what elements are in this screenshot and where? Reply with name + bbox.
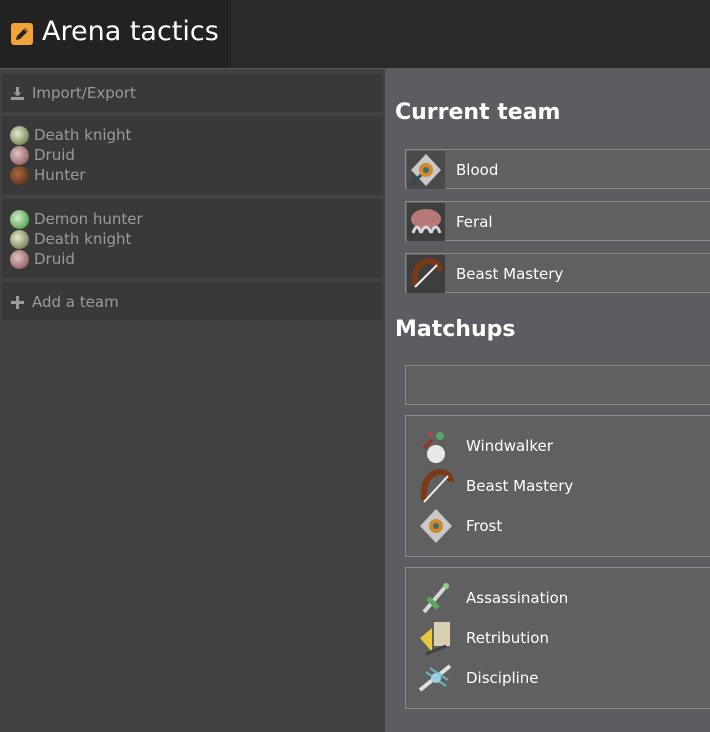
windwalker-spec-icon	[416, 426, 456, 466]
team-member-name: Death knight	[34, 126, 132, 144]
import-export-label: Import/Export	[32, 84, 136, 102]
spec-name: Retribution	[466, 629, 549, 647]
matchup-spec: Frost	[416, 506, 706, 546]
druid-icon	[10, 249, 29, 269]
sidebar: Import/Export Death knight Druid Hunter …	[0, 69, 385, 732]
main-panel: Current team Blood Feral Beast Mastery M…	[385, 69, 710, 732]
spec-name: Feral	[456, 213, 493, 231]
current-team-heading: Current team	[395, 100, 561, 125]
frost-spec-icon	[416, 506, 456, 546]
spec-name: Beast Mastery	[456, 265, 564, 283]
spec-name: Discipline	[466, 669, 539, 687]
current-team-spec-blood[interactable]: Blood	[405, 149, 710, 189]
add-team-button[interactable]: Add a team	[2, 282, 383, 320]
assassination-spec-icon	[416, 578, 456, 618]
app-title-box: Arena tactics	[0, 0, 231, 68]
discipline-spec-icon	[416, 658, 456, 698]
matchup-spec: Beast Mastery	[416, 466, 706, 506]
import-export-button[interactable]: Import/Export	[2, 74, 383, 112]
team-member-name: Druid	[34, 250, 75, 268]
matchup-spec: Discipline	[416, 658, 706, 698]
matchup-spec: Retribution	[416, 618, 706, 658]
team-item-1[interactable]: Death knight Druid Hunter	[2, 116, 383, 195]
app-title: Arena tactics	[42, 16, 219, 47]
pencil-icon	[11, 23, 33, 45]
team-member-name: Hunter	[34, 166, 86, 184]
matchup-filter-box[interactable]	[405, 365, 710, 405]
spec-name: Blood	[456, 161, 499, 179]
beast-mastery-spec-icon	[416, 466, 456, 506]
demon-hunter-icon	[10, 209, 29, 229]
beast-mastery-spec-icon	[407, 255, 445, 293]
death-knight-icon	[10, 125, 29, 145]
feral-spec-icon	[407, 203, 445, 241]
team-member-name: Druid	[34, 146, 75, 164]
add-team-label: Add a team	[32, 293, 119, 311]
retribution-spec-icon	[416, 618, 456, 658]
matchup-spec: Assassination	[416, 578, 706, 618]
matchup-team-2[interactable]: Assassination Retribution Discipline	[405, 567, 710, 709]
plus-icon	[10, 295, 25, 310]
spec-name: Beast Mastery	[466, 477, 574, 495]
spec-name: Windwalker	[466, 437, 553, 455]
current-team-spec-feral[interactable]: Feral	[405, 201, 710, 241]
spec-name: Assassination	[466, 589, 569, 607]
hunter-icon	[10, 165, 29, 185]
druid-icon	[10, 145, 29, 165]
team-item-2[interactable]: Demon hunter Death knight Druid	[2, 199, 383, 278]
matchups-heading: Matchups	[395, 317, 516, 342]
blood-spec-icon	[407, 151, 445, 189]
matchup-spec: Windwalker	[416, 426, 706, 466]
top-bar: Arena tactics	[0, 0, 710, 69]
matchup-team-1[interactable]: Windwalker Beast Mastery Frost	[405, 415, 710, 557]
download-icon	[10, 86, 25, 101]
death-knight-icon	[10, 229, 29, 249]
spec-name: Frost	[466, 517, 503, 535]
team-member-name: Demon hunter	[34, 210, 143, 228]
current-team-spec-beast-mastery[interactable]: Beast Mastery	[405, 253, 710, 293]
team-member-name: Death knight	[34, 230, 132, 248]
